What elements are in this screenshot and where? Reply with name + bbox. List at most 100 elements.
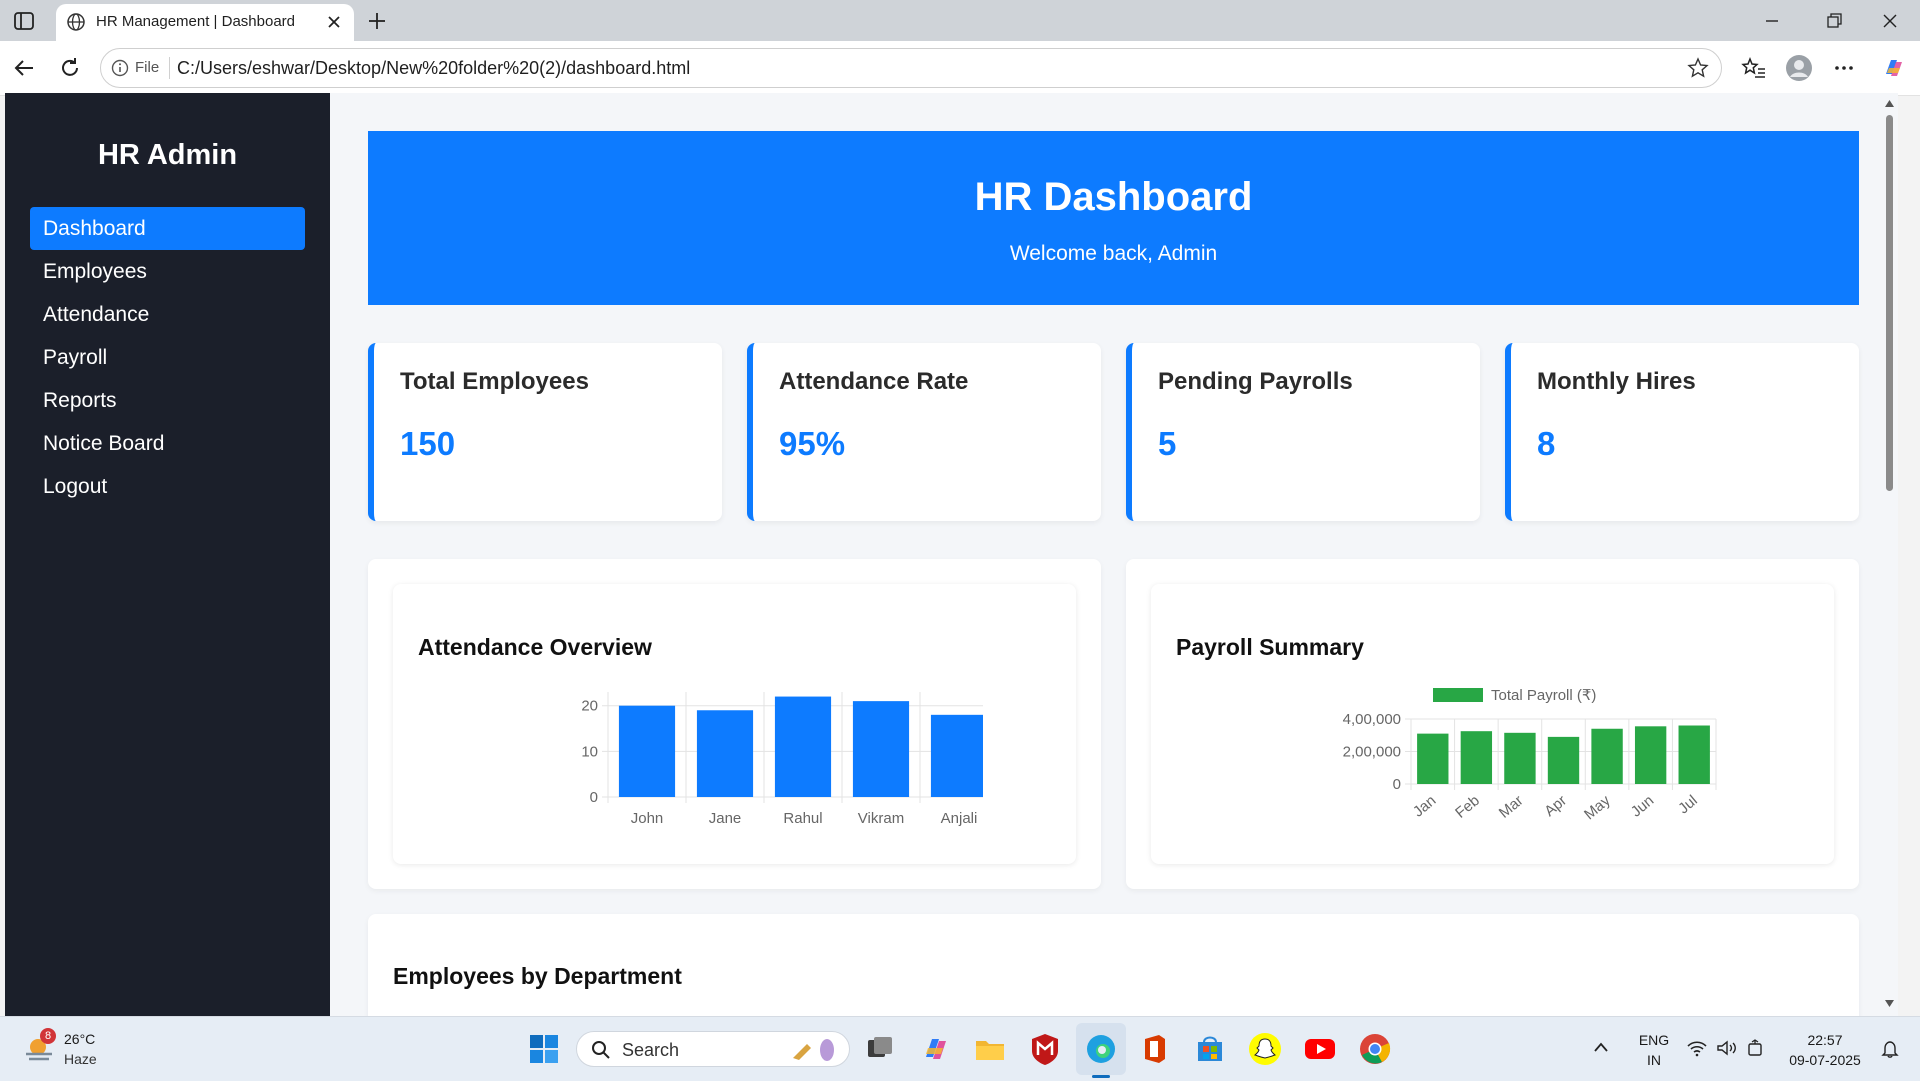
y-tick-label: 10: [581, 743, 598, 760]
y-tick-label: 20: [581, 698, 598, 715]
weather-condition[interactable]: Haze: [64, 1051, 97, 1067]
bar: [774, 696, 832, 797]
minimize-icon[interactable]: [1758, 8, 1786, 34]
legend-swatch: [1433, 688, 1483, 702]
profile-avatar-icon[interactable]: [1785, 54, 1813, 82]
x-tick-label: May: [1581, 792, 1614, 824]
search-highlight-icon: [793, 1039, 834, 1061]
sidebar-item-logout[interactable]: Logout: [30, 465, 305, 508]
mcafee-icon[interactable]: [1027, 1031, 1063, 1067]
attendance-title: Attendance Overview: [418, 634, 652, 660]
y-tick-label: 4,00,000: [1343, 711, 1401, 728]
favorites-list-icon[interactable]: [1740, 54, 1768, 82]
copilot-icon[interactable]: [1880, 54, 1908, 82]
refresh-icon[interactable]: [56, 54, 84, 82]
battery-plug-icon[interactable]: [1746, 1038, 1766, 1058]
url-field[interactable]: File C:/Users/eshwar/Desktop/New%20folde…: [100, 48, 1722, 88]
dashboard-header: HR Dashboard Welcome back, Admin: [368, 131, 1859, 305]
bar: [1547, 736, 1580, 784]
file-explorer-icon[interactable]: [972, 1031, 1008, 1067]
chrome-icon[interactable]: [1357, 1031, 1393, 1067]
sidebar-item-payroll[interactable]: Payroll: [30, 336, 305, 379]
stat-value: 5: [1158, 425, 1177, 462]
scroll-up-arrow-icon[interactable]: [1884, 99, 1895, 108]
page-scrollbar[interactable]: [1881, 93, 1898, 1016]
close-window-icon[interactable]: [1876, 8, 1904, 34]
x-tick-label: Jan: [1410, 792, 1439, 821]
clock-date[interactable]: 09-07-2025: [1780, 1052, 1870, 1068]
stat-card-total-employees: Total Employees 150: [368, 343, 722, 521]
sidebar-item-employees[interactable]: Employees: [30, 250, 305, 293]
payroll-title: Payroll Summary: [1176, 634, 1364, 660]
bar: [618, 705, 676, 797]
language-top[interactable]: ENG: [1634, 1032, 1674, 1048]
volume-icon[interactable]: [1716, 1039, 1738, 1057]
payroll-panel: Payroll Summary 0 2,00,000 4,00,000 Jan Feb M…: [1126, 559, 1859, 889]
tab-title: HR Management | Dashboard: [96, 13, 295, 30]
wifi-icon[interactable]: [1686, 1039, 1708, 1057]
active-app-indicator: [1092, 1075, 1110, 1078]
scrollbar-thumb[interactable]: [1886, 115, 1893, 491]
back-arrow-icon[interactable]: [10, 54, 38, 82]
windows-start-icon[interactable]: [526, 1031, 562, 1067]
new-tab-icon[interactable]: [364, 8, 390, 34]
bar: [1460, 731, 1493, 784]
favorite-star-icon[interactable]: [1687, 57, 1709, 79]
legend-label: Total Payroll (₹): [1491, 687, 1596, 704]
welcome-message: Welcome back, Admin: [1009, 242, 1218, 265]
notifications-bell-icon[interactable]: [1880, 1040, 1900, 1058]
url-divider: [169, 57, 170, 79]
stat-label: Pending Payrolls: [1158, 368, 1353, 395]
snapchat-icon[interactable]: [1247, 1031, 1283, 1067]
tab-actions-icon[interactable]: [12, 9, 36, 33]
bar: [696, 710, 754, 797]
x-tick-label: Jun: [1628, 792, 1657, 821]
copilot-app-icon[interactable]: [918, 1031, 954, 1067]
clock-time[interactable]: 22:57: [1780, 1032, 1870, 1048]
x-tick-label: Jane: [709, 810, 742, 827]
url-scheme-label: File: [135, 59, 160, 76]
restore-icon[interactable]: [1820, 8, 1848, 34]
search-icon: [592, 1041, 610, 1059]
taskbar-search-box[interactable]: Search: [576, 1031, 850, 1067]
department-panel: Employees by Department: [368, 914, 1859, 1016]
browser-tab-strip: HR Management | Dashboard: [0, 0, 1920, 41]
stat-card-pending-payrolls: Pending Payrolls 5: [1126, 343, 1480, 521]
more-options-icon[interactable]: [1830, 54, 1858, 82]
x-tick-label: Jul: [1675, 792, 1701, 817]
sidebar-menu: Dashboard Employees Attendance Payroll R…: [30, 207, 305, 508]
sidebar-item-attendance[interactable]: Attendance: [30, 293, 305, 336]
stat-label: Monthly Hires: [1537, 368, 1696, 395]
stat-label: Attendance Rate: [779, 368, 969, 395]
chevron-up-icon[interactable]: [1593, 1041, 1609, 1053]
stat-card-attendance-rate: Attendance Rate 95%: [747, 343, 1101, 521]
sidebar: HR Admin Dashboard Employees Attendance …: [5, 93, 330, 1016]
bar: [1591, 728, 1623, 784]
browser-tab-active[interactable]: HR Management | Dashboard: [56, 4, 354, 41]
stat-value: 8: [1537, 425, 1556, 462]
scroll-down-arrow-icon[interactable]: [1884, 999, 1895, 1008]
office-icon[interactable]: [1137, 1031, 1173, 1067]
address-bar-row: File C:/Users/eshwar/Desktop/New%20folde…: [0, 41, 1920, 96]
edge-browser-icon[interactable]: [1083, 1031, 1119, 1067]
weather-temperature[interactable]: 26°C: [64, 1031, 95, 1047]
language-bottom[interactable]: IN: [1634, 1052, 1674, 1068]
close-tab-icon[interactable]: [324, 12, 344, 32]
sidebar-item-dashboard[interactable]: Dashboard: [30, 207, 305, 250]
task-view-icon[interactable]: [862, 1031, 898, 1067]
youtube-icon[interactable]: [1302, 1031, 1338, 1067]
x-tick-label: Anjali: [941, 810, 978, 827]
url-text[interactable]: C:/Users/eshwar/Desktop/New%20folder%20(…: [177, 58, 690, 79]
weather-notification-badge: 8: [40, 1028, 56, 1044]
x-tick-label: John: [631, 810, 664, 827]
x-tick-label: Feb: [1452, 792, 1483, 822]
bar: [930, 714, 983, 797]
bar: [1504, 732, 1536, 784]
bar: [852, 701, 910, 797]
sidebar-item-notice-board[interactable]: Notice Board: [30, 422, 305, 465]
microsoft-store-icon[interactable]: [1192, 1031, 1228, 1067]
info-icon[interactable]: [111, 59, 129, 77]
attendance-card: Attendance Overview 0 10 20 John Jane Rahul Vi…: [393, 584, 1076, 864]
bar: [1678, 725, 1710, 784]
sidebar-item-reports[interactable]: Reports: [30, 379, 305, 422]
